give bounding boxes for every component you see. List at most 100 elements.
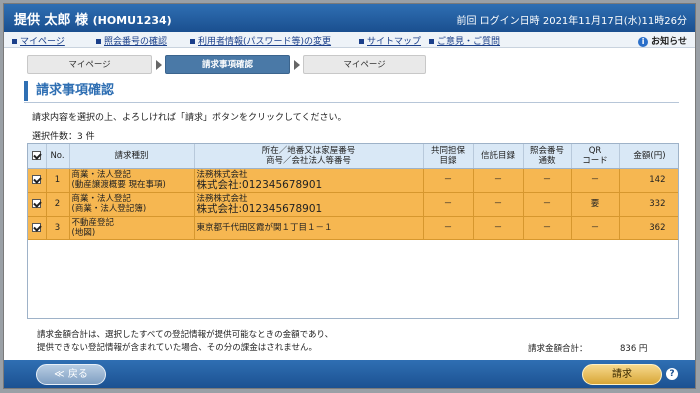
menu-bar: マイページ 照会番号の確認 利用者情報(パスワード等)の変更 サイトマップ ご意… xyxy=(4,32,695,48)
cell-reference: － xyxy=(523,168,572,193)
col-header-collateral-line1: 共同担保 xyxy=(430,145,465,156)
menu-link-user-info[interactable]: 利用者情報(パスワード等)の変更 xyxy=(190,34,331,47)
checkbox-checked-icon xyxy=(32,222,42,232)
bullet-square-icon xyxy=(359,39,364,44)
menu-link-feedback[interactable]: ご意見・ご質問 xyxy=(429,34,500,47)
row-checkbox[interactable] xyxy=(28,216,47,240)
col-header-address-line2: 商号／会社法人等番号 xyxy=(265,155,351,166)
col-header-address-line1: 所在／地番又は家屋番号 xyxy=(261,145,356,156)
select-all-checkbox[interactable] xyxy=(28,144,47,169)
col-header-no: No. xyxy=(46,144,70,169)
user-name: 提供 太郎 様 (HOMU1234) xyxy=(14,9,172,28)
cell-reference: － xyxy=(523,192,572,217)
cell-type-line2: (商業・法人登記簿) xyxy=(71,204,147,214)
cell-qr: － xyxy=(571,168,620,193)
cell-trust: － xyxy=(473,168,524,193)
step-arrow-icon xyxy=(294,60,300,70)
info-icon: i xyxy=(638,36,649,47)
cell-type-line1: 商業・法人登記 xyxy=(71,170,132,180)
cell-type: 商業・法人登記 (動産譲渡概要 現在事項) xyxy=(69,168,195,193)
bullet-square-icon xyxy=(12,39,17,44)
cell-amount: 362 xyxy=(619,216,678,240)
checkbox-checked-icon xyxy=(32,175,42,184)
request-submit-button[interactable]: 請求 xyxy=(582,364,662,385)
cell-type-line2: (地図) xyxy=(71,227,96,238)
cell-no: 2 xyxy=(46,192,70,217)
checkbox-checked-icon xyxy=(32,150,42,160)
cell-qr: 要 xyxy=(571,192,620,217)
last-login-info: 前回 ログイン日時 2021年11月17日(水)11時26分 xyxy=(456,16,687,27)
col-header-amount: 金額(円) xyxy=(619,144,678,169)
app-window: 提供 太郎 様 (HOMU1234) 前回 ログイン日時 2021年11月17日… xyxy=(3,3,696,389)
table-row[interactable]: 3 不動産登記 (地図) 東京都千代田区霞が関１丁目１－１ － － － － 362 xyxy=(28,216,678,240)
cell-type-line1: 不動産登記 xyxy=(71,217,115,228)
footer-bar: ≪ 戻る 請求 ? xyxy=(4,360,695,388)
step-mypage-2: マイページ xyxy=(303,55,426,74)
cell-type-line2: (動産譲渡概要 現在事項) xyxy=(71,180,166,190)
row-checkbox[interactable] xyxy=(28,192,47,217)
step-mypage-1: マイページ xyxy=(27,55,152,74)
cell-reference: － xyxy=(523,216,572,240)
cell-address: 法務株式会社 株式会社:012345678901 xyxy=(194,168,424,193)
notice-label: お知らせ xyxy=(651,37,687,47)
cell-collateral: － xyxy=(423,192,474,217)
cell-type-line1: 商業・法人登記 xyxy=(71,194,132,204)
cell-no: 3 xyxy=(46,216,70,240)
billing-note: 請求金額合計は、選択したすべての登記情報が提供可能なときの金額であり、 提供でき… xyxy=(37,329,333,355)
col-header-reference-line2: 通数 xyxy=(538,155,556,166)
menu-link-label: サイトマップ xyxy=(367,37,422,47)
col-header-collateral: 共同担保 目録 xyxy=(423,144,474,169)
step-arrow-icon xyxy=(156,60,162,70)
cell-address: 東京都千代田区霞が関１丁目１－１ xyxy=(194,216,424,240)
cell-no: 1 xyxy=(46,168,70,193)
bullet-square-icon xyxy=(96,39,101,44)
notice-link[interactable]: i お知らせ xyxy=(638,34,687,47)
cell-collateral: － xyxy=(423,168,474,193)
cell-address-line1: 東京都千代田区霞が関１丁目１－１ xyxy=(196,222,333,233)
billing-note-line2: 提供できない登記情報が含まれていた場合、その分の課金はされません。 xyxy=(37,343,317,353)
menu-link-label: 照会番号の確認 xyxy=(104,37,168,47)
col-header-reference-line1: 照会番号 xyxy=(529,145,564,156)
cell-trust: － xyxy=(473,192,524,217)
col-header-type: 請求種別 xyxy=(69,144,195,169)
table-row[interactable]: 1 商業・法人登記 (動産譲渡概要 現在事項) 法務株式会社 株式会社:012345… xyxy=(28,168,678,193)
help-icon[interactable]: ? xyxy=(666,368,678,380)
menu-link-mypage[interactable]: マイページ xyxy=(12,34,65,47)
user-id: (HOMU1234) xyxy=(92,14,172,27)
menu-link-label: ご意見・ご質問 xyxy=(437,37,501,47)
menu-link-sitemap[interactable]: サイトマップ xyxy=(359,34,421,47)
user-name-text: 提供 太郎 様 xyxy=(14,13,89,28)
checkbox-checked-icon xyxy=(32,199,42,208)
total-amount: 836 円 xyxy=(620,344,648,354)
cell-address-line2: 株式会社:012345678901 xyxy=(196,178,323,191)
header-bar: 提供 太郎 様 (HOMU1234) 前回 ログイン日時 2021年11月17日… xyxy=(4,4,695,32)
request-table-container: No. 請求種別 所在／地番又は家屋番号 商号／会社法人等番号 共同担保 目録 信託… xyxy=(27,143,679,319)
cell-address: 法務株式会社 株式会社:012345678901 xyxy=(194,192,424,217)
col-header-qr: QR コード xyxy=(571,144,620,169)
row-checkbox[interactable] xyxy=(28,168,47,193)
menu-link-label: マイページ xyxy=(20,37,65,47)
table-header-row: No. 請求種別 所在／地番又は家屋番号 商号／会社法人等番号 共同担保 目録 信託… xyxy=(28,144,678,169)
total-label: 請求金額合計： xyxy=(528,344,588,354)
col-header-qr-line2: コード xyxy=(582,155,608,166)
menu-link-label: 利用者情報(パスワード等)の変更 xyxy=(198,37,332,47)
bullet-square-icon xyxy=(429,39,434,44)
page-title: 請求事項確認 xyxy=(24,81,114,101)
selection-count: 選択件数：3 件 xyxy=(32,132,95,142)
cell-type: 不動産登記 (地図) xyxy=(69,216,195,240)
cell-qr: － xyxy=(571,216,620,240)
cell-amount: 332 xyxy=(619,192,678,217)
cell-collateral: － xyxy=(423,216,474,240)
table-row[interactable]: 2 商業・法人登記 (商業・法人登記簿) 法務株式会社 株式会社:012345678… xyxy=(28,192,678,217)
col-header-collateral-line2: 目録 xyxy=(439,155,457,166)
cell-trust: － xyxy=(473,216,524,240)
back-button[interactable]: ≪ 戻る xyxy=(36,364,106,385)
cell-type: 商業・法人登記 (商業・法人登記簿) xyxy=(69,192,195,217)
bullet-square-icon xyxy=(190,39,195,44)
col-header-trust: 信託目録 xyxy=(473,144,524,169)
instruction-text: 請求内容を選択の上、よろしければ「請求」ボタンをクリックしてください。 xyxy=(32,113,347,123)
menu-link-reference-number[interactable]: 照会番号の確認 xyxy=(96,34,167,47)
step-confirm: 請求事項確認 xyxy=(165,55,290,74)
col-header-reference: 照会番号 通数 xyxy=(523,144,572,169)
request-table: No. 請求種別 所在／地番又は家屋番号 商号／会社法人等番号 共同担保 目録 信託… xyxy=(28,144,678,240)
